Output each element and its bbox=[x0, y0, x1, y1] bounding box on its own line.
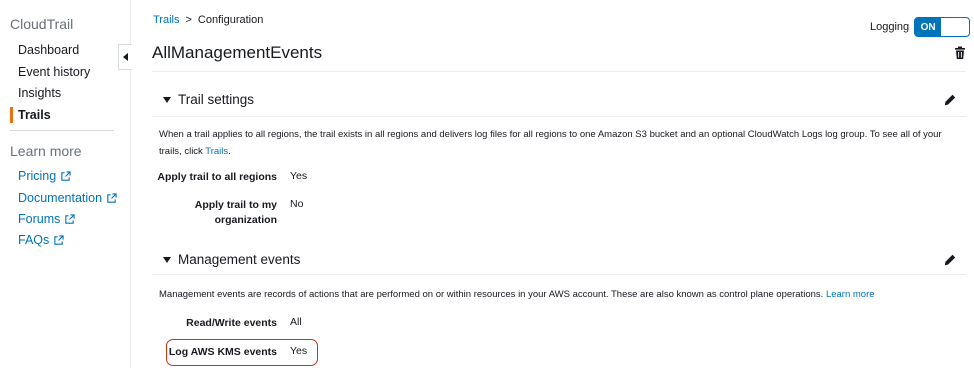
logging-control: Logging ON bbox=[870, 17, 971, 37]
chevron-left-icon bbox=[122, 53, 128, 61]
trail-settings-header[interactable]: Trail settings bbox=[163, 92, 254, 107]
management-events-description: Management events are records of actions… bbox=[159, 286, 959, 303]
description-end: . bbox=[228, 146, 231, 157]
highlight-annotation bbox=[166, 339, 318, 366]
logging-toggle[interactable]: ON bbox=[914, 17, 971, 37]
sidebar-divider bbox=[10, 130, 114, 131]
external-link-icon bbox=[65, 213, 76, 224]
breadcrumb-current: Configuration bbox=[197, 14, 264, 26]
title-divider bbox=[152, 71, 966, 72]
pencil-icon[interactable] bbox=[944, 94, 956, 106]
active-indicator bbox=[10, 107, 13, 123]
pencil-icon[interactable] bbox=[944, 254, 956, 266]
sidebar: CloudTrail Dashboard Event history Insig… bbox=[0, 0, 131, 368]
sidebar-link-faqs[interactable]: FAQs bbox=[18, 233, 64, 247]
trail-settings-description: When a trail applies to all regions, the… bbox=[159, 126, 959, 160]
sidebar-link-forums[interactable]: Forums bbox=[18, 212, 76, 226]
field-label-line: Apply trail to my bbox=[194, 199, 277, 211]
breadcrumb-link-trails[interactable]: Trails bbox=[153, 14, 179, 26]
description-text: When a trail applies to all regions, the… bbox=[159, 129, 942, 157]
description-text: Management events are records of actions… bbox=[159, 289, 826, 300]
caret-down-icon bbox=[163, 96, 171, 103]
breadcrumb: Trails > Configuration bbox=[153, 14, 263, 26]
sidebar-link-documentation[interactable]: Documentation bbox=[18, 191, 117, 205]
external-link-icon bbox=[54, 234, 64, 245]
description-link-trails[interactable]: Trails bbox=[205, 146, 228, 157]
external-link-icon bbox=[107, 192, 117, 203]
sidebar-link-label: Forums bbox=[18, 212, 61, 226]
external-link-icon bbox=[61, 170, 71, 181]
collapse-sidebar-button[interactable] bbox=[118, 44, 132, 70]
section-divider bbox=[152, 116, 966, 117]
caret-down-icon bbox=[163, 256, 171, 263]
toggle-state: ON bbox=[915, 18, 942, 36]
sidebar-link-pricing[interactable]: Pricing bbox=[18, 169, 71, 183]
sidebar-item-dashboard[interactable]: Dashboard bbox=[18, 43, 79, 57]
sidebar-item-trails[interactable]: Trails bbox=[18, 108, 51, 122]
sidebar-title: CloudTrail bbox=[10, 16, 74, 32]
field-value-apply-organization: No bbox=[290, 198, 304, 210]
breadcrumb-separator: > bbox=[185, 14, 192, 26]
sidebar-link-label: Pricing bbox=[18, 169, 57, 183]
field-value-read-write-events: All bbox=[290, 316, 302, 328]
field-value-apply-all-regions: Yes bbox=[290, 170, 308, 182]
field-label-apply-all-regions: Apply trail to all regions bbox=[157, 171, 277, 183]
section-divider bbox=[152, 274, 966, 275]
logging-label: Logging bbox=[870, 21, 910, 33]
trash-icon[interactable] bbox=[953, 46, 967, 60]
sidebar-item-event-history[interactable]: Event history bbox=[18, 65, 90, 79]
sidebar-item-insights[interactable]: Insights bbox=[18, 86, 61, 100]
field-label-line: organization bbox=[214, 214, 277, 226]
section-title: Management events bbox=[178, 252, 301, 267]
section-title: Trail settings bbox=[178, 92, 255, 107]
page-title: AllManagementEvents bbox=[152, 43, 323, 62]
sidebar-link-label: FAQs bbox=[18, 233, 50, 247]
description-link-learn-more[interactable]: Learn more bbox=[826, 289, 875, 300]
learn-more-heading: Learn more bbox=[10, 143, 82, 159]
sidebar-link-label: Documentation bbox=[18, 191, 103, 205]
field-label-apply-organization: Apply trail to my organization bbox=[157, 198, 277, 228]
management-events-header[interactable]: Management events bbox=[163, 252, 300, 267]
field-label-read-write-events: Read/Write events bbox=[186, 317, 277, 329]
